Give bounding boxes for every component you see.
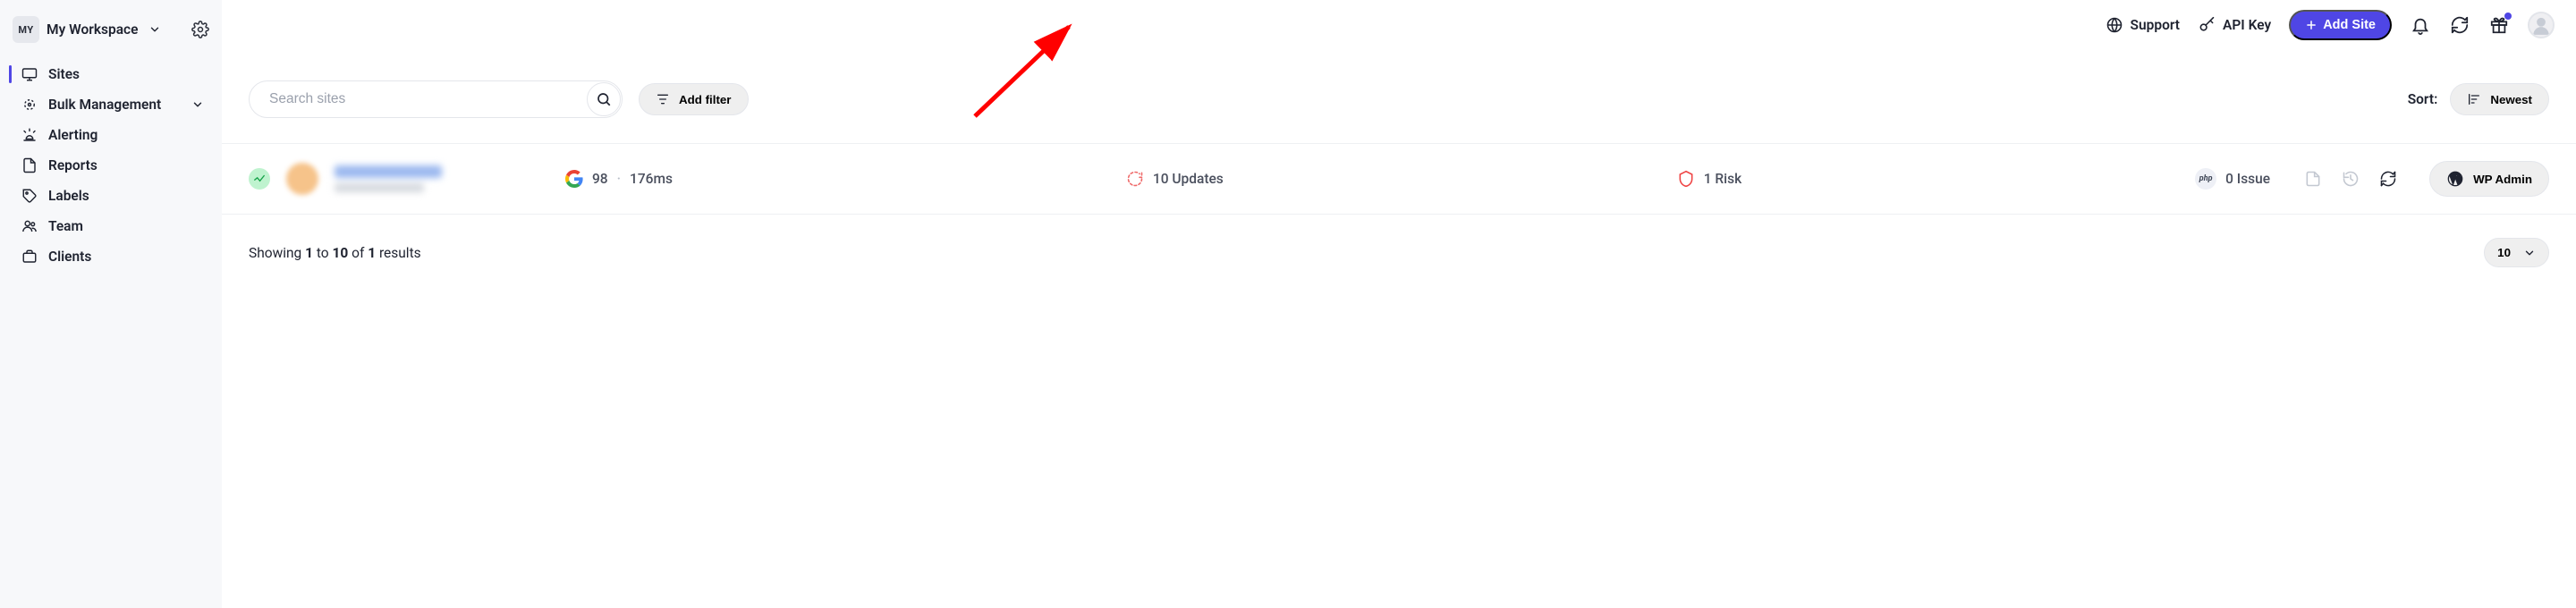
workspace-switcher[interactable]: MY My Workspace	[0, 11, 222, 59]
add-filter-button[interactable]: Add filter	[639, 83, 749, 115]
sidebar-item-label: Bulk Management	[48, 97, 161, 113]
sidebar-item-reports[interactable]: Reports	[9, 150, 213, 181]
search-button[interactable]	[587, 82, 621, 116]
sidebar-item-label: Team	[48, 218, 83, 234]
php-icon: php	[2195, 168, 2216, 190]
support-label: Support	[2131, 17, 2180, 33]
wp-admin-button[interactable]: WP Admin	[2429, 161, 2549, 197]
sidebar-item-clients[interactable]: Clients	[9, 241, 213, 272]
sidebar-item-labels[interactable]: Labels	[9, 181, 213, 211]
monitor-icon	[21, 66, 38, 82]
updates-text: 10 Updates	[1153, 171, 1224, 187]
wordpress-icon	[2446, 170, 2464, 188]
sidebar-item-sites[interactable]: Sites	[9, 59, 213, 89]
filter-icon	[656, 92, 670, 106]
topbar: Support API Key Add Site	[222, 0, 2576, 50]
sort-button[interactable]: Newest	[2450, 83, 2549, 115]
toolbar: Add filter Sort: Newest	[222, 50, 2576, 143]
search-input[interactable]	[249, 80, 623, 118]
file-icon	[21, 157, 38, 173]
issues-text: 0 Issue	[2225, 171, 2270, 187]
history-icon[interactable]	[2342, 170, 2360, 188]
workspace-name: My Workspace	[47, 21, 138, 38]
bell-icon[interactable]	[2410, 14, 2431, 36]
latency: 176ms	[630, 171, 673, 187]
key-icon	[2198, 16, 2216, 34]
gift-icon[interactable]	[2488, 14, 2510, 36]
search-wrap	[249, 80, 623, 118]
sort-value: Newest	[2490, 93, 2532, 106]
sort-label: Sort:	[2408, 91, 2438, 107]
page-size-select[interactable]: 10	[2484, 238, 2549, 267]
briefcase-icon	[21, 249, 38, 265]
note-icon[interactable]	[2304, 170, 2322, 188]
risks-text: 1 Risk	[1704, 171, 1741, 187]
chevron-down-icon	[2523, 247, 2536, 259]
metric-risks: 1 Risk	[1677, 170, 1741, 188]
perf-score: 98	[592, 171, 608, 187]
chevron-down-icon	[191, 98, 204, 111]
site-favicon	[286, 163, 318, 195]
sidebar-item-label: Labels	[48, 188, 89, 204]
users-icon	[21, 218, 38, 234]
sidebar-item-alerting[interactable]: Alerting	[9, 120, 213, 150]
api-key-link[interactable]: API Key	[2198, 16, 2271, 34]
sort-icon	[2467, 92, 2481, 106]
google-icon	[565, 170, 583, 188]
sidebar-nav: Sites Bulk Management Alerting Reports L…	[0, 59, 222, 272]
api-key-label: API Key	[2223, 17, 2271, 33]
sidebar-item-team[interactable]: Team	[9, 211, 213, 241]
support-link[interactable]: Support	[2106, 16, 2180, 34]
list-footer: Showing 1 to 10 of 1 results 10	[222, 215, 2576, 291]
metric-performance: 98 · 176ms	[565, 170, 673, 188]
shield-icon	[1677, 170, 1695, 188]
sidebar-item-label: Reports	[48, 157, 97, 173]
site-row[interactable]: 98 · 176ms 10 Updates 1 Risk php 0 Issue	[222, 143, 2576, 215]
status-ok-icon	[249, 168, 270, 190]
sidebar-item-label: Alerting	[48, 127, 97, 143]
search-icon	[596, 91, 612, 107]
metric-issues: php 0 Issue	[2195, 168, 2270, 190]
refresh-icon[interactable]	[2379, 170, 2397, 188]
site-name-blurred	[335, 165, 442, 192]
sidebar: MY My Workspace Sites Bulk Management Al…	[0, 0, 222, 608]
chevron-down-icon	[148, 23, 161, 36]
plus-icon	[2305, 19, 2318, 31]
sidebar-item-bulk-management[interactable]: Bulk Management	[9, 89, 213, 120]
gear-icon[interactable]	[191, 21, 209, 38]
target-icon	[21, 97, 38, 113]
add-filter-label: Add filter	[679, 93, 732, 106]
refresh-icon[interactable]	[2449, 14, 2470, 36]
globe-icon	[2106, 16, 2123, 34]
add-site-label: Add Site	[2323, 18, 2376, 32]
siren-icon	[21, 127, 38, 143]
site-metrics: 98 · 176ms 10 Updates 1 Risk php 0 Issue	[565, 168, 2270, 190]
add-site-button[interactable]: Add Site	[2289, 10, 2392, 40]
tag-icon	[21, 188, 38, 204]
main-content: Support API Key Add Site Add f	[222, 0, 2576, 608]
metric-updates: 10 Updates	[1126, 170, 1224, 188]
sidebar-item-label: Clients	[48, 249, 91, 265]
sidebar-item-label: Sites	[48, 66, 80, 82]
row-actions	[2304, 170, 2397, 188]
page-size-value: 10	[2497, 246, 2511, 259]
wp-admin-label: WP Admin	[2473, 173, 2532, 186]
notification-dot	[2504, 13, 2512, 20]
refresh-icon	[1126, 170, 1144, 188]
workspace-badge: MY	[13, 16, 39, 43]
avatar[interactable]	[2528, 12, 2555, 38]
pagination-summary: Showing 1 to 10 of 1 results	[249, 245, 421, 261]
